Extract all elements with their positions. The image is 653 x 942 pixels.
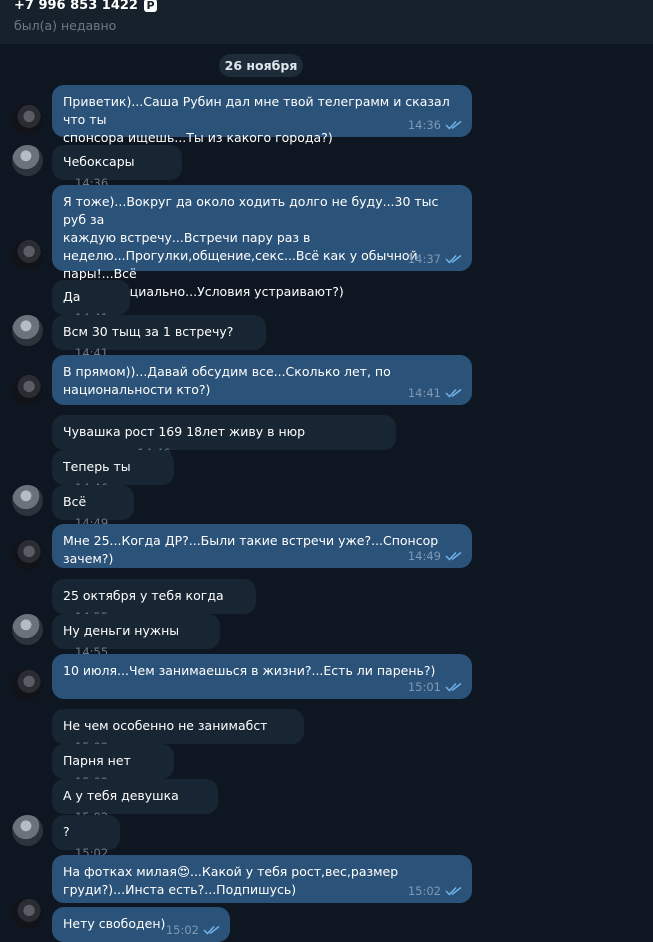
message-incoming[interactable]: 25 октября у тебя когда14:55: [52, 579, 256, 624]
message-time: 15:01: [407, 680, 441, 694]
read-checks-icon: [445, 254, 462, 264]
message-incoming[interactable]: Теперь ты14:46: [52, 450, 174, 495]
premium-badge-icon: P: [143, 0, 157, 12]
message-outgoing[interactable]: 10 июля...Чем занимаешься в жизни?...Ест…: [52, 654, 472, 699]
message-text: 25 октября у тебя когда: [63, 588, 224, 603]
message-outgoing[interactable]: На фотках милая😍...Какой у тебя рост,вес…: [52, 855, 472, 903]
contact-status: был(а) недавно: [14, 18, 117, 33]
message-text: Всм 30 тыщ за 1 встречу?: [63, 324, 234, 339]
contact-avatar[interactable]: [12, 898, 43, 929]
message-time: 15:02: [407, 884, 441, 898]
message-incoming[interactable]: Всм 30 тыщ за 1 встречу?14:41: [52, 315, 266, 360]
contact-phone: +7 996 853 1422: [14, 0, 138, 13]
message-incoming[interactable]: Чувашка рост 169 18лет живу в нюризменен…: [52, 415, 396, 460]
message-outgoing[interactable]: В прямом))...Давай обсудим все...Сколько…: [52, 355, 472, 405]
date-separator: 26 ноября: [219, 54, 303, 77]
read-checks-icon: [445, 682, 462, 692]
message-incoming[interactable]: ?15:02: [52, 815, 120, 860]
user-avatar[interactable]: [12, 614, 43, 645]
message-time: 14:37: [407, 252, 441, 266]
contact-avatar[interactable]: [12, 239, 43, 270]
message-text: Мне 25...Когда ДР?...Были такие встречи …: [63, 533, 443, 566]
message-text: Ну деньги нужны: [63, 623, 180, 638]
message-incoming[interactable]: А у тебя девушка15:02: [52, 779, 218, 824]
message-time: 14:49: [407, 549, 441, 563]
message-text: На фотках милая😍...Какой у тебя рост,вес…: [63, 864, 399, 897]
read-checks-icon: [203, 925, 220, 935]
user-avatar[interactable]: [12, 315, 43, 346]
message-text: Чебоксары: [63, 154, 135, 169]
contact-avatar[interactable]: [12, 374, 43, 405]
message-outgoing[interactable]: Мне 25...Когда ДР?...Были такие встречи …: [52, 524, 472, 568]
message-outgoing[interactable]: Приветик)...Саша Рубин дал мне твой теле…: [52, 85, 472, 145]
contact-avatar[interactable]: [12, 669, 43, 700]
message-text: Всё: [63, 494, 87, 509]
message-text: Приветик)...Саша Рубин дал мне твой теле…: [63, 94, 450, 145]
user-avatar[interactable]: [12, 485, 43, 516]
message-incoming[interactable]: Не чем особенно не занимабст15:02: [52, 709, 304, 754]
user-avatar[interactable]: [12, 145, 43, 176]
user-avatar[interactable]: [12, 815, 43, 846]
read-checks-icon: [445, 551, 462, 561]
message-time: 14:36: [407, 118, 441, 132]
message-text: Теперь ты: [63, 459, 131, 474]
contact-title[interactable]: +7 996 853 1422 P: [14, 0, 157, 13]
message-incoming[interactable]: Чебоксары14:36: [52, 145, 182, 190]
read-checks-icon: [445, 120, 462, 130]
message-time: 15:02: [165, 923, 199, 937]
chat-header: +7 996 853 1422 P был(а) недавно: [0, 0, 653, 44]
message-incoming[interactable]: Да14:41: [52, 280, 130, 325]
read-checks-icon: [445, 886, 462, 896]
message-text: Да: [63, 289, 81, 304]
read-checks-icon: [445, 388, 462, 398]
message-incoming[interactable]: Ну деньги нужны14:55: [52, 614, 220, 659]
message-time: 14:41: [407, 386, 441, 400]
message-incoming[interactable]: Всё14:49: [52, 485, 134, 530]
contact-avatar[interactable]: [12, 539, 43, 570]
contact-avatar[interactable]: [12, 104, 43, 135]
message-text: Не чем особенно не занимабст: [63, 718, 268, 733]
message-text: ?: [63, 824, 70, 839]
message-text: Чувашка рост 169 18лет живу в нюр: [63, 424, 306, 439]
message-incoming[interactable]: Парня нет15:02: [52, 744, 174, 789]
message-outgoing[interactable]: Нету свободен) 15:02: [52, 907, 230, 942]
message-text: В прямом))...Давай обсудим все...Сколько…: [63, 364, 391, 397]
message-outgoing[interactable]: Я тоже)...Вокруг да около ходить долго н…: [52, 185, 472, 299]
message-text: Парня нет: [63, 753, 131, 768]
message-text: 10 июля...Чем занимаешься в жизни?...Ест…: [63, 663, 436, 678]
message-text: А у тебя девушка: [63, 788, 179, 803]
